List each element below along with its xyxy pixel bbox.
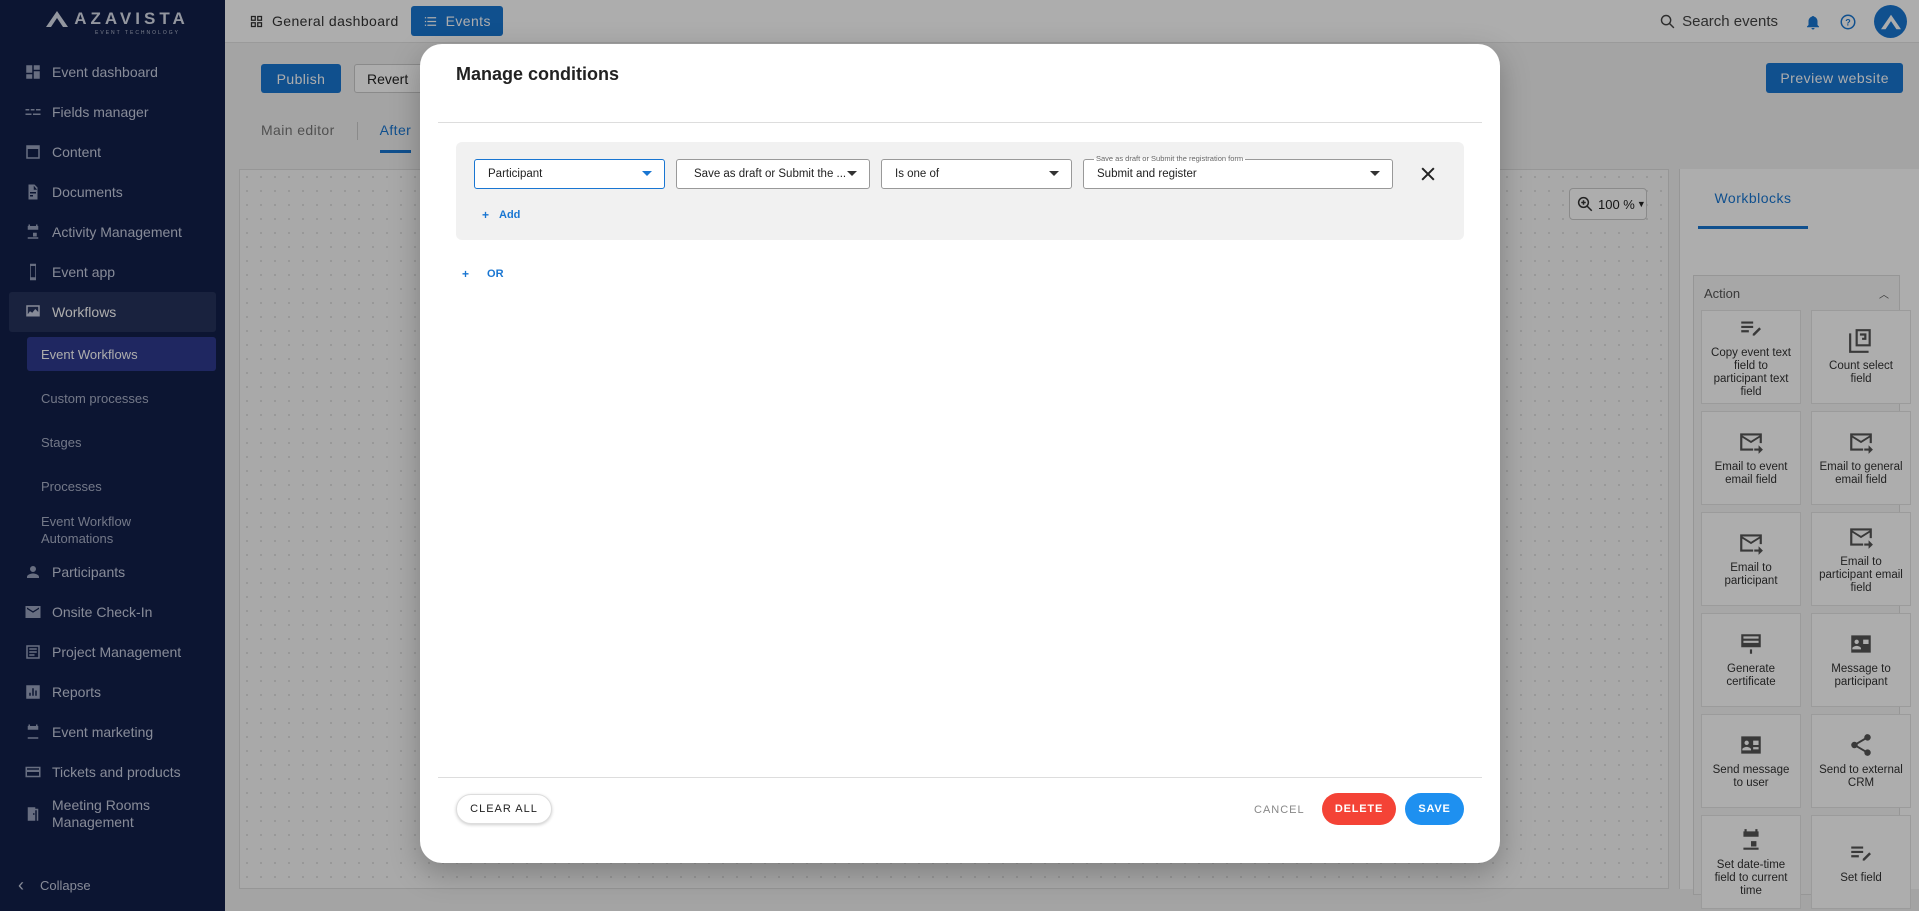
dropdown-arrow-icon xyxy=(847,171,857,176)
operator-select[interactable]: Is one of xyxy=(881,159,1072,189)
plus-icon: + xyxy=(482,208,490,222)
dropdown-arrow-icon xyxy=(1370,171,1380,176)
delete-button[interactable]: DELETE xyxy=(1322,793,1396,825)
clear-all-button[interactable]: CLEAR ALL xyxy=(456,794,552,824)
value-selected: Submit and register xyxy=(1097,168,1197,180)
plus-icon: + xyxy=(462,267,470,281)
dialog-title: Manage conditions xyxy=(456,64,620,84)
manage-conditions-dialog: Manage conditions Participant Save as dr… xyxy=(420,44,1500,863)
field-value: Save as draft or Submit the ... xyxy=(694,168,847,180)
close-icon[interactable] xyxy=(1418,164,1438,184)
save-button[interactable]: SAVE xyxy=(1405,793,1464,825)
dropdown-arrow-icon xyxy=(1049,171,1059,176)
footer-divider xyxy=(438,777,1482,778)
value-floating-label: Save as draft or Submit the registration… xyxy=(1094,154,1246,163)
add-condition-button[interactable]: + Add xyxy=(482,208,520,222)
add-or-group-button[interactable]: + OR xyxy=(462,267,504,281)
header-divider xyxy=(438,122,1482,123)
or-label: OR xyxy=(487,268,504,280)
add-label: Add xyxy=(499,209,521,221)
entity-value: Participant xyxy=(488,168,543,180)
field-select[interactable]: Save as draft or Submit the ... xyxy=(676,159,870,189)
operator-value: Is one of xyxy=(895,168,940,180)
cancel-button[interactable]: CANCEL xyxy=(1254,796,1305,824)
dropdown-arrow-icon xyxy=(642,171,652,176)
value-select[interactable]: Save as draft or Submit the registration… xyxy=(1083,154,1393,189)
condition-group: Participant Save as draft or Submit the … xyxy=(456,142,1464,240)
entity-select[interactable]: Participant xyxy=(474,159,665,189)
